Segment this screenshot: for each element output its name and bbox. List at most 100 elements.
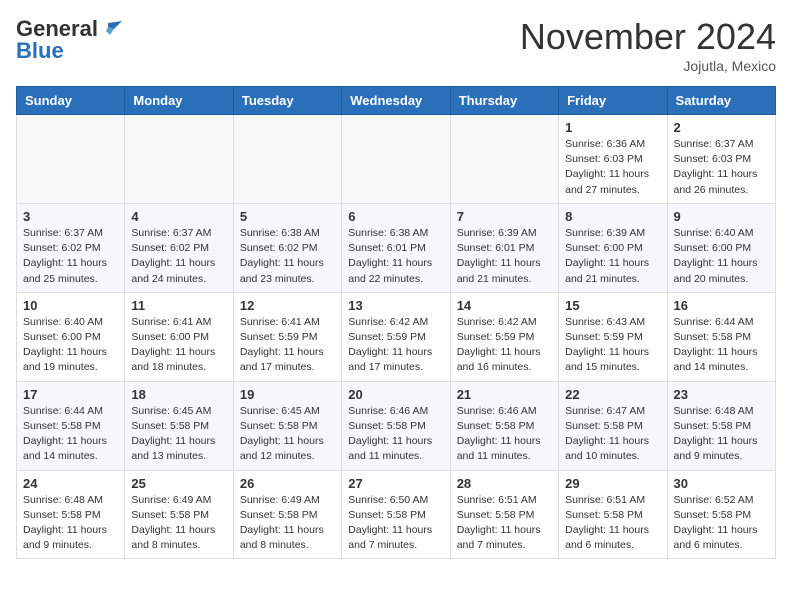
weekday-header-friday: Friday	[559, 87, 667, 115]
day-number: 25	[131, 476, 226, 491]
day-cell: 6 Sunrise: 6:38 AMSunset: 6:01 PMDaylight…	[342, 203, 450, 292]
day-number: 1	[565, 120, 660, 135]
day-number: 29	[565, 476, 660, 491]
day-number: 9	[674, 209, 769, 224]
day-info: Sunrise: 6:42 AMSunset: 5:59 PMDaylight:…	[457, 315, 552, 376]
week-row-5: 24Sunrise: 6:48 AMSunset: 5:58 PMDayligh…	[17, 470, 776, 559]
day-info: Sunrise: 6:51 AMSunset: 5:58 PMDaylight:…	[457, 493, 552, 554]
day-cell: 4 Sunrise: 6:37 AMSunset: 6:02 PMDaylight…	[125, 203, 233, 292]
day-cell: 23Sunrise: 6:48 AMSunset: 5:58 PMDayligh…	[667, 381, 775, 470]
logo-bird-icon	[100, 21, 122, 37]
calendar: SundayMondayTuesdayWednesdayThursdayFrid…	[16, 86, 776, 559]
logo-blue: Blue	[16, 38, 64, 64]
day-cell: 15 Sunrise: 6:43 AMSunset: 5:59 PMDayligh…	[559, 292, 667, 381]
day-cell: 3 Sunrise: 6:37 AMSunset: 6:02 PMDaylight…	[17, 203, 125, 292]
day-info: Sunrise: 6:39 AMSunset: 6:01 PMDaylight:…	[457, 226, 552, 287]
day-info: Sunrise: 6:39 AMSunset: 6:00 PMDaylight:…	[565, 226, 660, 287]
week-row-2: 3 Sunrise: 6:37 AMSunset: 6:02 PMDaylight…	[17, 203, 776, 292]
day-cell: 16Sunrise: 6:44 AMSunset: 5:58 PMDayligh…	[667, 292, 775, 381]
day-info: Sunrise: 6:51 AMSunset: 5:58 PMDaylight:…	[565, 493, 660, 554]
day-cell: 24Sunrise: 6:48 AMSunset: 5:58 PMDayligh…	[17, 470, 125, 559]
day-info: Sunrise: 6:43 AMSunset: 5:59 PMDaylight:…	[565, 315, 660, 376]
day-cell	[342, 115, 450, 204]
day-number: 17	[23, 387, 118, 402]
week-row-4: 17Sunrise: 6:44 AMSunset: 5:58 PMDayligh…	[17, 381, 776, 470]
weekday-header-thursday: Thursday	[450, 87, 558, 115]
day-cell: 14 Sunrise: 6:42 AMSunset: 5:59 PMDayligh…	[450, 292, 558, 381]
day-number: 21	[457, 387, 552, 402]
day-number: 8	[565, 209, 660, 224]
title-block: November 2024 Jojutla, Mexico	[520, 16, 776, 74]
day-cell	[125, 115, 233, 204]
day-cell: 28 Sunrise: 6:51 AMSunset: 5:58 PMDayligh…	[450, 470, 558, 559]
page-header: General Blue November 2024 Jojutla, Mexi…	[16, 16, 776, 74]
day-number: 23	[674, 387, 769, 402]
weekday-header-sunday: Sunday	[17, 87, 125, 115]
day-cell: 22 Sunrise: 6:47 AMSunset: 5:58 PMDayligh…	[559, 381, 667, 470]
day-cell: 10 Sunrise: 6:40 AMSunset: 6:00 PMDayligh…	[17, 292, 125, 381]
day-number: 24	[23, 476, 118, 491]
weekday-header-tuesday: Tuesday	[233, 87, 341, 115]
day-cell: 29 Sunrise: 6:51 AMSunset: 5:58 PMDayligh…	[559, 470, 667, 559]
day-cell: 17Sunrise: 6:44 AMSunset: 5:58 PMDayligh…	[17, 381, 125, 470]
day-cell: 1 Sunrise: 6:36 AMSunset: 6:03 PMDaylight…	[559, 115, 667, 204]
day-cell: 21Sunrise: 6:46 AMSunset: 5:58 PMDayligh…	[450, 381, 558, 470]
day-number: 13	[348, 298, 443, 313]
day-number: 10	[23, 298, 118, 313]
day-info: Sunrise: 6:36 AMSunset: 6:03 PMDaylight:…	[565, 137, 660, 198]
day-info: Sunrise: 6:46 AMSunset: 5:58 PMDaylight:…	[348, 404, 443, 465]
day-cell: 18Sunrise: 6:45 AMSunset: 5:58 PMDayligh…	[125, 381, 233, 470]
day-info: Sunrise: 6:41 AMSunset: 5:59 PMDaylight:…	[240, 315, 335, 376]
day-cell	[17, 115, 125, 204]
month-title: November 2024	[520, 16, 776, 58]
day-cell: 5 Sunrise: 6:38 AMSunset: 6:02 PMDaylight…	[233, 203, 341, 292]
weekday-header-saturday: Saturday	[667, 87, 775, 115]
day-number: 2	[674, 120, 769, 135]
day-info: Sunrise: 6:40 AMSunset: 6:00 PMDaylight:…	[23, 315, 118, 376]
day-info: Sunrise: 6:42 AMSunset: 5:59 PMDaylight:…	[348, 315, 443, 376]
week-row-3: 10 Sunrise: 6:40 AMSunset: 6:00 PMDayligh…	[17, 292, 776, 381]
day-info: Sunrise: 6:44 AMSunset: 5:58 PMDaylight:…	[674, 315, 769, 376]
day-info: Sunrise: 6:40 AMSunset: 6:00 PMDaylight:…	[674, 226, 769, 287]
day-number: 14	[457, 298, 552, 313]
logo: General Blue	[16, 16, 124, 64]
day-info: Sunrise: 6:37 AMSunset: 6:03 PMDaylight:…	[674, 137, 769, 198]
weekday-header-row: SundayMondayTuesdayWednesdayThursdayFrid…	[17, 87, 776, 115]
day-cell: 9 Sunrise: 6:40 AMSunset: 6:00 PMDaylight…	[667, 203, 775, 292]
day-info: Sunrise: 6:38 AMSunset: 6:01 PMDaylight:…	[348, 226, 443, 287]
day-info: Sunrise: 6:50 AMSunset: 5:58 PMDaylight:…	[348, 493, 443, 554]
day-number: 20	[348, 387, 443, 402]
day-cell: 25 Sunrise: 6:49 AMSunset: 5:58 PMDayligh…	[125, 470, 233, 559]
day-number: 3	[23, 209, 118, 224]
day-number: 4	[131, 209, 226, 224]
day-number: 28	[457, 476, 552, 491]
day-cell: 7 Sunrise: 6:39 AMSunset: 6:01 PMDaylight…	[450, 203, 558, 292]
day-number: 22	[565, 387, 660, 402]
day-number: 26	[240, 476, 335, 491]
day-info: Sunrise: 6:41 AMSunset: 6:00 PMDaylight:…	[131, 315, 226, 376]
day-number: 15	[565, 298, 660, 313]
day-cell	[233, 115, 341, 204]
day-info: Sunrise: 6:38 AMSunset: 6:02 PMDaylight:…	[240, 226, 335, 287]
day-info: Sunrise: 6:37 AMSunset: 6:02 PMDaylight:…	[23, 226, 118, 287]
day-number: 11	[131, 298, 226, 313]
day-info: Sunrise: 6:47 AMSunset: 5:58 PMDaylight:…	[565, 404, 660, 465]
day-number: 7	[457, 209, 552, 224]
day-cell: 30Sunrise: 6:52 AMSunset: 5:58 PMDayligh…	[667, 470, 775, 559]
day-cell: 2 Sunrise: 6:37 AMSunset: 6:03 PMDaylight…	[667, 115, 775, 204]
day-cell: 19Sunrise: 6:45 AMSunset: 5:58 PMDayligh…	[233, 381, 341, 470]
day-cell: 11 Sunrise: 6:41 AMSunset: 6:00 PMDayligh…	[125, 292, 233, 381]
day-cell: 13 Sunrise: 6:42 AMSunset: 5:59 PMDayligh…	[342, 292, 450, 381]
day-number: 5	[240, 209, 335, 224]
day-cell: 20 Sunrise: 6:46 AMSunset: 5:58 PMDayligh…	[342, 381, 450, 470]
day-number: 19	[240, 387, 335, 402]
weekday-header-monday: Monday	[125, 87, 233, 115]
day-cell: 26Sunrise: 6:49 AMSunset: 5:58 PMDayligh…	[233, 470, 341, 559]
day-info: Sunrise: 6:52 AMSunset: 5:58 PMDaylight:…	[674, 493, 769, 554]
day-info: Sunrise: 6:49 AMSunset: 5:58 PMDaylight:…	[131, 493, 226, 554]
day-number: 6	[348, 209, 443, 224]
day-info: Sunrise: 6:45 AMSunset: 5:58 PMDaylight:…	[131, 404, 226, 465]
day-cell: 8 Sunrise: 6:39 AMSunset: 6:00 PMDaylight…	[559, 203, 667, 292]
day-info: Sunrise: 6:37 AMSunset: 6:02 PMDaylight:…	[131, 226, 226, 287]
day-number: 27	[348, 476, 443, 491]
